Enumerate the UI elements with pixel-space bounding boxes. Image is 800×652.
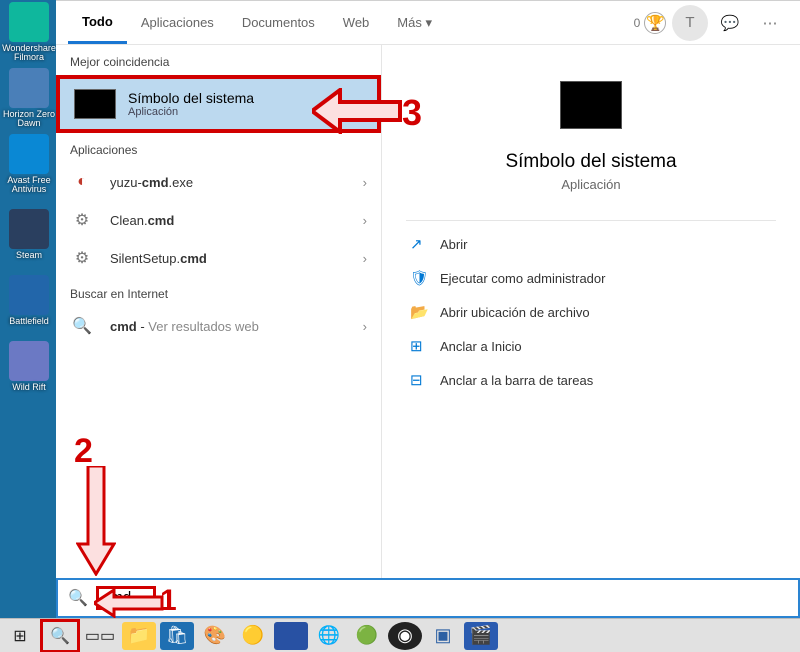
- section-best-match: Mejor coincidencia: [56, 45, 381, 75]
- bat-file-icon: ⚙: [70, 208, 94, 232]
- folder-icon: 📂: [410, 303, 440, 321]
- action-pin-taskbar[interactable]: ⊟Anclar a la barra de tareas: [406, 363, 776, 397]
- desktop-icons: Wondershare Filmora Horizon Zero Dawn Av…: [0, 0, 60, 618]
- annotation-arrow-1: [94, 588, 164, 618]
- action-open-location[interactable]: 📂Abrir ubicación de archivo: [406, 295, 776, 329]
- app-result[interactable]: ⚙ SilentSetup.cmd ›: [56, 239, 381, 277]
- feedback-button[interactable]: 💬: [712, 5, 748, 41]
- desktop-icon[interactable]: Wild Rift: [2, 332, 56, 392]
- tab-apps[interactable]: Aplicaciones: [127, 1, 228, 44]
- admin-icon: 🛡: [410, 269, 440, 287]
- search-input-rest[interactable]: [158, 590, 788, 607]
- feedback-icon: 💬: [721, 14, 740, 32]
- app-icon: ◐: [70, 170, 94, 194]
- section-apps: Aplicaciones: [56, 133, 381, 163]
- cmd-icon: [74, 89, 116, 119]
- taskbar: ⊞ 🔍 ▭▭ 📁 🛍 🎨 🟡 🌐 🟢 ◉ ▣ 🎬: [0, 618, 800, 652]
- preview-icon: [560, 81, 622, 129]
- web-result[interactable]: 🔍 cmd - Ver resultados web ›: [56, 307, 381, 345]
- windows-icon: ⊞: [13, 626, 26, 646]
- tab-documents[interactable]: Documentos: [228, 1, 329, 44]
- taskbar-search-button[interactable]: 🔍: [40, 619, 80, 652]
- task-view-icon: ▭▭: [85, 626, 115, 646]
- taskbar-app-chrome2[interactable]: 🟢: [350, 622, 384, 650]
- desktop-icon[interactable]: Steam: [2, 200, 56, 260]
- more-options-button[interactable]: ⋯: [752, 5, 788, 41]
- app-result[interactable]: ◐ yuzu-cmd.exe ›: [56, 163, 381, 201]
- taskbar-app-paint[interactable]: 🎨: [198, 622, 232, 650]
- desktop-icon[interactable]: Avast Free Antivirus: [2, 134, 56, 194]
- taskbar-app-explorer[interactable]: 📁: [122, 622, 156, 650]
- open-icon: ↗: [410, 235, 440, 253]
- action-run-admin[interactable]: 🛡Ejecutar como administrador: [406, 261, 776, 295]
- search-panel: Todo Aplicaciones Documentos Web Más ▾ 0…: [56, 0, 800, 618]
- taskbar-app-store[interactable]: 🛍: [160, 622, 194, 650]
- pin-start-icon: ⊞: [410, 337, 440, 355]
- pin-taskbar-icon: ⊟: [410, 371, 440, 389]
- annotation-number-3: 3: [402, 92, 422, 134]
- desktop-icon[interactable]: Horizon Zero Dawn: [2, 68, 56, 128]
- rewards-button[interactable]: 0🏆: [632, 5, 668, 41]
- taskbar-app-terminal[interactable]: [274, 622, 308, 650]
- annotation-arrow-3: [312, 88, 402, 134]
- best-match-title: Símbolo del sistema: [128, 90, 254, 106]
- search-icon: 🔍: [70, 314, 94, 338]
- taskbar-app-obs[interactable]: ◉: [388, 622, 422, 650]
- app-result[interactable]: ⚙ Clean.cmd ›: [56, 201, 381, 239]
- chevron-right-icon[interactable]: ›: [363, 213, 367, 228]
- chevron-right-icon[interactable]: ›: [363, 319, 367, 334]
- trophy-icon: 🏆: [644, 12, 666, 34]
- tab-all[interactable]: Todo: [68, 1, 127, 44]
- bat-file-icon: ⚙: [70, 246, 94, 270]
- action-open[interactable]: ↗Abrir: [406, 227, 776, 261]
- search-icon: 🔍: [68, 588, 88, 608]
- desktop-icon[interactable]: Wondershare Filmora: [2, 2, 56, 62]
- taskbar-app-video[interactable]: 🎬: [464, 622, 498, 650]
- best-match-subtitle: Aplicación: [128, 106, 254, 118]
- chevron-right-icon[interactable]: ›: [363, 251, 367, 266]
- search-tabs: Todo Aplicaciones Documentos Web Más ▾ 0…: [56, 1, 800, 45]
- taskbar-app-chrome[interactable]: 🟡: [236, 622, 270, 650]
- start-button[interactable]: ⊞: [0, 619, 40, 652]
- section-internet: Buscar en Internet: [56, 277, 381, 307]
- chevron-right-icon[interactable]: ›: [363, 175, 367, 190]
- chevron-down-icon: ▾: [425, 15, 432, 31]
- action-pin-start[interactable]: ⊞Anclar a Inicio: [406, 329, 776, 363]
- taskbar-app-edge[interactable]: 🌐: [312, 622, 346, 650]
- ellipsis-icon: ⋯: [763, 14, 778, 32]
- annotation-arrow-2: [76, 466, 116, 576]
- preview-subtitle: Aplicación: [406, 177, 776, 192]
- tab-web[interactable]: Web: [329, 1, 384, 44]
- desktop-icon[interactable]: Battlefield: [2, 266, 56, 326]
- user-avatar[interactable]: T: [672, 5, 708, 41]
- preview-pane: Símbolo del sistema Aplicación ↗Abrir 🛡E…: [382, 45, 800, 578]
- search-icon: 🔍: [50, 626, 70, 646]
- taskbar-app-virtualbox[interactable]: ▣: [426, 622, 460, 650]
- task-view-button[interactable]: ▭▭: [80, 619, 120, 652]
- tab-more[interactable]: Más ▾: [383, 1, 446, 44]
- preview-title: Símbolo del sistema: [406, 151, 776, 173]
